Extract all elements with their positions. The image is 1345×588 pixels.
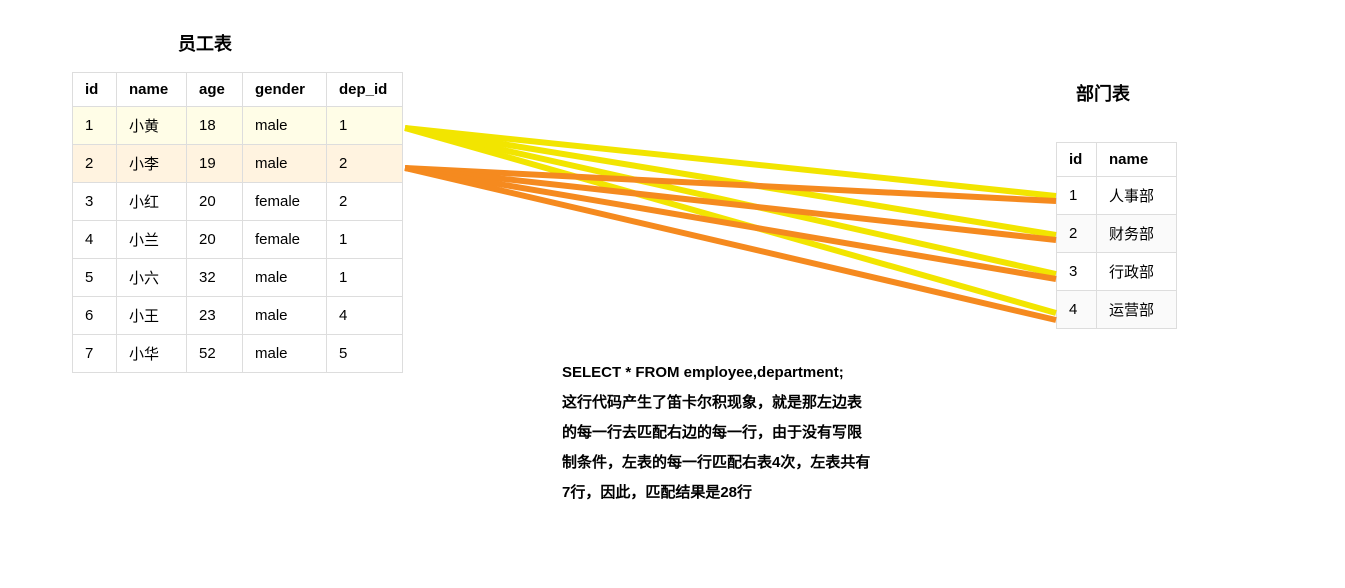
table-row: 7 小华 52 male 5 [73, 335, 403, 373]
employee-table-title: 员工表 [178, 30, 232, 56]
sql-statement: SELECT * FROM employee,department; [562, 358, 982, 388]
col-age: age [187, 73, 243, 107]
table-row: 2 小李 19 male 2 [73, 145, 403, 183]
col-name: name [117, 73, 187, 107]
table-row: 1 人事部 [1057, 177, 1177, 215]
col-id: id [1057, 143, 1097, 177]
department-table: id name 1 人事部 2 财务部 3 行政部 4 运营部 [1056, 142, 1177, 329]
explanation-text: SELECT * FROM employee,department; 这行代码产… [562, 358, 982, 508]
table-row: 6 小王 23 male 4 [73, 297, 403, 335]
table-row: 2 财务部 [1057, 215, 1177, 253]
col-gender: gender [243, 73, 327, 107]
table-row: 4 小兰 20 female 1 [73, 221, 403, 259]
table-row: 4 运营部 [1057, 291, 1177, 329]
table-row: 1 小黄 18 male 1 [73, 107, 403, 145]
col-depid: dep_id [327, 73, 403, 107]
employee-table: id name age gender dep_id 1 小黄 18 male 1… [72, 72, 403, 373]
table-row: 3 行政部 [1057, 253, 1177, 291]
table-header-row: id name [1057, 143, 1177, 177]
department-table-title: 部门表 [1076, 80, 1130, 106]
table-row: 5 小六 32 male 1 [73, 259, 403, 297]
table-header-row: id name age gender dep_id [73, 73, 403, 107]
col-id: id [73, 73, 117, 107]
table-row: 3 小红 20 female 2 [73, 183, 403, 221]
col-name: name [1097, 143, 1177, 177]
